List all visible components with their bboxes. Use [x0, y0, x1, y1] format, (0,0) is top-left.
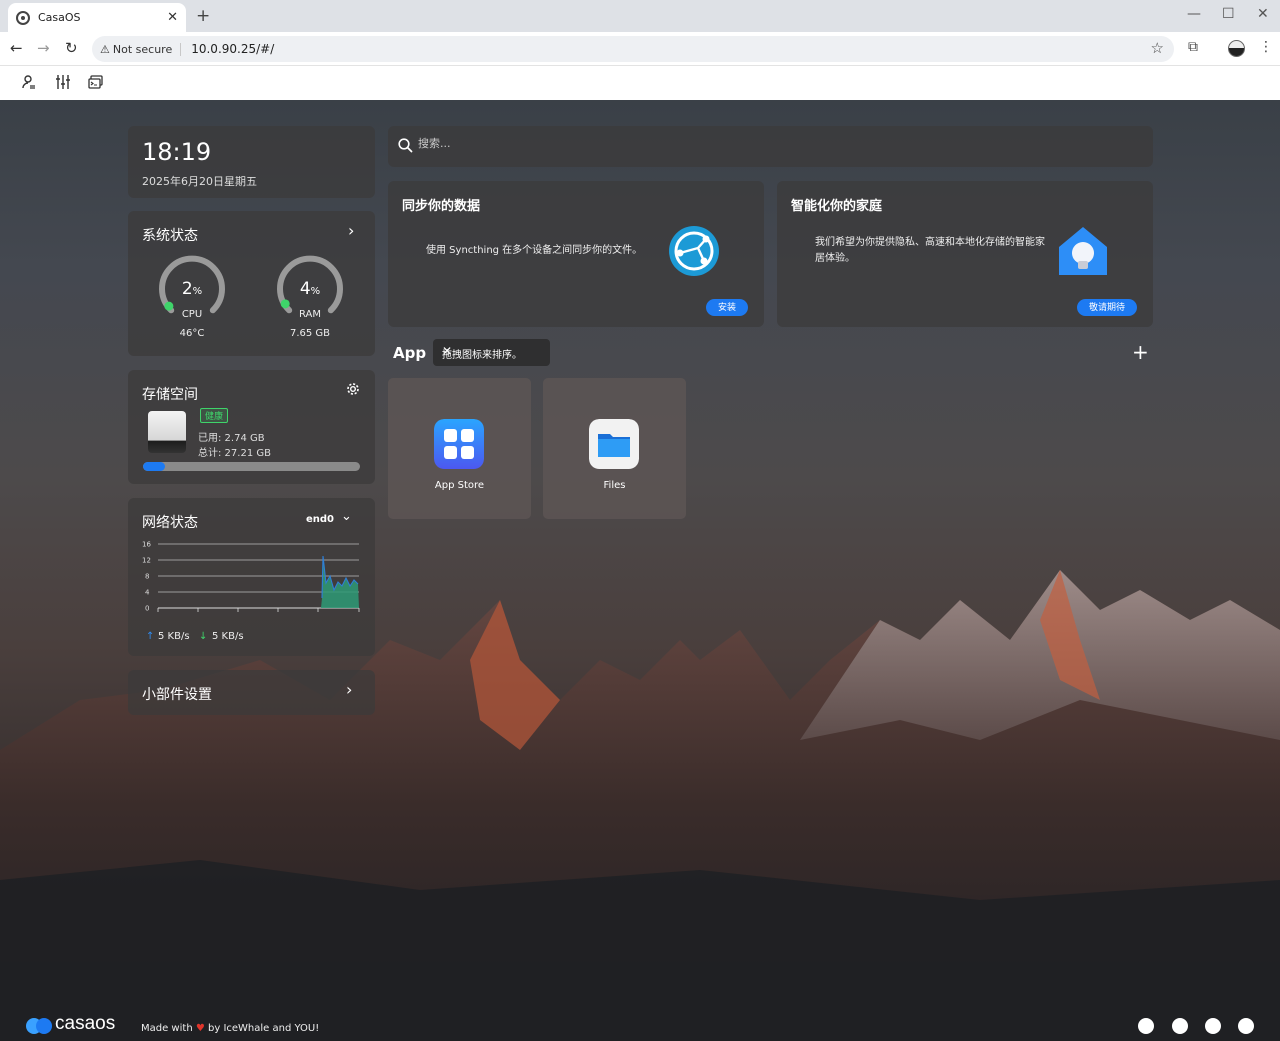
window-close-icon[interactable]: ✕: [1257, 6, 1269, 22]
network-chart: 16 12 8 4 0: [142, 541, 360, 613]
storage-progress: [143, 462, 360, 471]
ram-label: RAM: [298, 309, 321, 320]
search-icon: [398, 138, 413, 153]
upload-arrow-icon: ↑: [146, 631, 155, 642]
warning-icon: ⚠: [100, 42, 110, 56]
browser-addressbar: ← → ↻ ⚠ Not secure 10.0.90.25/#/ ☆ ⧉ ⋮: [0, 32, 1280, 66]
security-label[interactable]: Not secure: [113, 42, 182, 56]
chevron-right-icon[interactable]: ›: [348, 221, 354, 240]
storage-progress-fill: [143, 462, 165, 471]
reload-icon[interactable]: ↻: [65, 39, 78, 57]
app-section-title: App: [393, 344, 427, 362]
promo-title: 智能化你的家庭: [791, 199, 883, 214]
tooltip-close-icon[interactable]: ✕: [442, 344, 543, 358]
browser-tabbar: CasaOS ✕ + — ☐ ✕: [0, 0, 1280, 32]
y-tick-label: 12: [142, 557, 151, 565]
download-arrow-icon: ↓: [199, 631, 208, 642]
ram-total: 7.65 GB: [289, 328, 331, 339]
github-icon[interactable]: [1205, 1018, 1221, 1034]
bookmark-star-icon[interactable]: ☆: [1151, 39, 1164, 57]
cast-search-icon[interactable]: ⧉: [1188, 39, 1198, 55]
syncthing-promo-card: 同步你的数据 使用 Syncthing 在多个设备之间同步你的文件。 安装: [388, 181, 764, 327]
app-store-icon: [434, 419, 484, 469]
promo-text: 使用 Syncthing 在多个设备之间同步你的文件。: [426, 245, 643, 256]
forum-chat-icon[interactable]: [1138, 1018, 1154, 1034]
heart-icon: ♥: [195, 1023, 205, 1034]
widget-settings[interactable]: 小部件设置 ›: [128, 670, 375, 715]
app-tile-files[interactable]: Files: [543, 378, 686, 519]
storage-used: 已用: 2.74 GB: [198, 433, 265, 444]
drag-sort-tooltip: 拖拽图标来排序。 ✕: [433, 339, 550, 366]
browser-tab[interactable]: CasaOS ✕: [8, 3, 186, 32]
casaos-favicon-icon: [16, 10, 30, 25]
footer-credit: Made with ♥ by IceWhale and YOU!: [141, 1023, 320, 1034]
add-app-button[interactable]: +: [1132, 340, 1149, 364]
network-interface-select[interactable]: end0: [306, 514, 334, 525]
chevron-right-icon[interactable]: ›: [346, 680, 352, 699]
casaos-top-toolbar: [0, 66, 1280, 100]
discord-icon[interactable]: [1172, 1018, 1188, 1034]
y-tick-label: 0: [145, 605, 149, 613]
system-status-title: 系统状态: [142, 228, 198, 244]
app-name: App Store: [434, 480, 485, 491]
app-name: Files: [603, 480, 626, 491]
syncthing-icon: [669, 226, 719, 276]
smart-home-bulb-icon: [1059, 227, 1107, 275]
search-bar[interactable]: [388, 126, 1153, 167]
coming-soon-button[interactable]: 敬请期待: [1077, 299, 1137, 316]
files-folder-icon: [589, 419, 639, 469]
app-tile-app-store[interactable]: App Store: [388, 378, 531, 519]
y-tick-label: 4: [145, 589, 150, 597]
cpu-label: CPU: [181, 309, 203, 320]
minimize-icon[interactable]: —: [1187, 6, 1201, 22]
feedback-icon[interactable]: [1238, 1018, 1254, 1034]
url-text[interactable]: 10.0.90.25/#/: [191, 42, 274, 56]
storage-widget: 存储空间 健康 已用: 2.74 GB 总计: 27.21 GB: [128, 370, 375, 484]
storage-title: 存储空间: [142, 387, 198, 403]
terminal-icon[interactable]: [88, 74, 104, 90]
upload-speed: 5 KB/s: [158, 631, 190, 642]
profile-avatar[interactable]: [1228, 40, 1245, 57]
settings-sliders-icon[interactable]: [55, 74, 71, 90]
ram-gauge-indicator: [280, 299, 290, 309]
tab-close-icon[interactable]: ✕: [167, 10, 178, 25]
user-icon[interactable]: [21, 74, 37, 90]
download-speed: 5 KB/s: [212, 631, 244, 642]
health-badge: 健康: [200, 408, 229, 423]
clock-widget: 18:19 2025年6月20日星期五: [128, 126, 375, 198]
network-title: 网络状态: [142, 515, 198, 531]
cpu-temperature: 46°C: [179, 328, 205, 339]
maximize-icon[interactable]: ☐: [1222, 6, 1235, 22]
more-menu-icon[interactable]: ⋮: [1259, 39, 1273, 55]
chevron-down-icon[interactable]: ⌄: [341, 509, 352, 524]
casaos-logo-text: casaos: [55, 1013, 116, 1034]
clock-date: 2025年6月20日星期五: [142, 175, 257, 188]
y-tick-label: 16: [142, 541, 151, 549]
desktop-area: 18:19 2025年6月20日星期五 系统状态 › 2% CPU 46°C 4…: [0, 100, 1280, 1041]
system-status-widget: 系统状态 › 2% CPU 46°C 4% RAM 7.65 GB: [128, 211, 375, 356]
ram-value: 4%: [299, 279, 321, 299]
search-input[interactable]: [418, 137, 1118, 150]
casaos-logo-mark-icon: [26, 1018, 52, 1034]
storage-settings-gear-icon[interactable]: [346, 382, 360, 396]
new-tab-button[interactable]: +: [196, 6, 210, 26]
network-widget: 网络状态 end0 ⌄ 16 12 8 4 0 ↑ 5 KB/s ↓ 5 KB/…: [128, 498, 375, 656]
tab-title: CasaOS: [38, 11, 81, 24]
promo-text: 我们希望为你提供隐私、高速和本地化存储的智能家居体验。: [815, 237, 1045, 264]
back-icon[interactable]: ←: [10, 39, 23, 57]
drive-icon: [148, 411, 186, 453]
storage-total: 总计: 27.21 GB: [198, 448, 271, 459]
y-tick-label: 8: [145, 573, 149, 581]
promo-title: 同步你的数据: [402, 199, 481, 214]
cpu-value: 2%: [181, 279, 203, 299]
clock-time: 18:19: [142, 138, 212, 166]
smart-home-promo-card: 智能化你的家庭 我们希望为你提供隐私、高速和本地化存储的智能家居体验。 敬请期待: [777, 181, 1153, 327]
forward-icon[interactable]: →: [37, 39, 50, 57]
omnibox[interactable]: ⚠ Not secure 10.0.90.25/#/ ☆: [92, 36, 1174, 62]
install-button[interactable]: 安装: [706, 299, 748, 316]
widget-settings-title: 小部件设置: [142, 687, 212, 703]
casaos-logo: casaos: [24, 1013, 134, 1036]
